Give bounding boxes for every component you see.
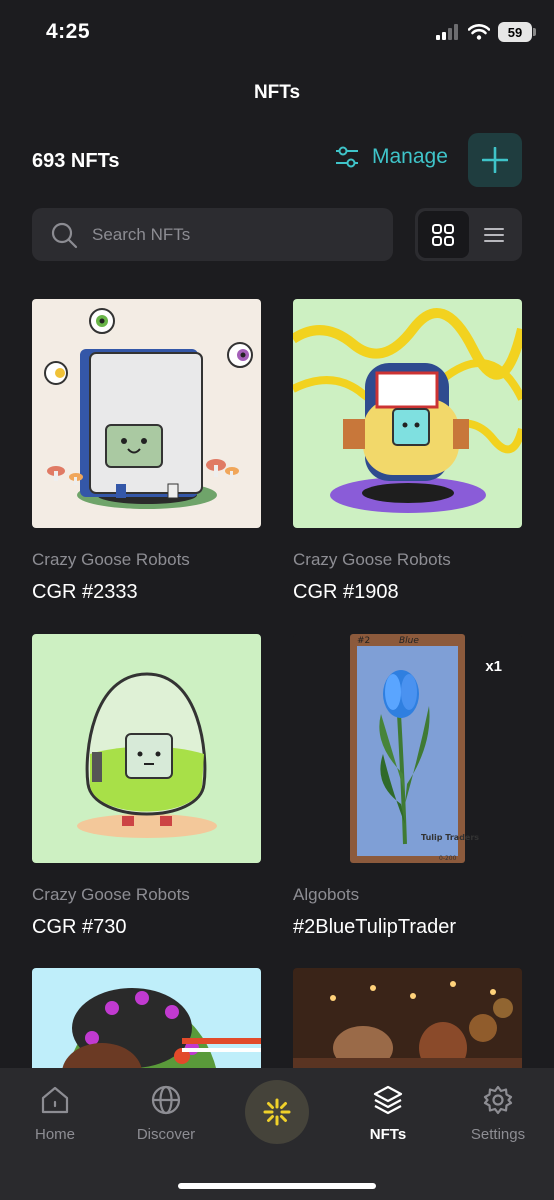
layers-icon — [373, 1085, 403, 1115]
card-color-text: Blue — [399, 636, 419, 646]
quantity-badge: x1 — [485, 658, 502, 675]
center-action-button[interactable] — [245, 1080, 309, 1144]
page-title: NFTs — [253, 82, 301, 103]
nft-collection: Crazy Goose Robots — [32, 885, 190, 904]
nft-card[interactable]: Crazy Goose Robots CGR #730 — [32, 634, 261, 939]
view-toggle[interactable] — [415, 208, 522, 261]
plus-icon — [482, 147, 508, 173]
battery-level: 59 — [507, 24, 523, 40]
grid-icon — [432, 223, 455, 246]
search-icon — [51, 222, 78, 248]
nft-collection: Crazy Goose Robots — [293, 550, 451, 569]
nft-image — [293, 299, 522, 528]
manage-label: Manage — [372, 145, 448, 168]
nft-image — [32, 299, 261, 528]
grid-view-button[interactable] — [418, 211, 469, 258]
nav-label: Home — [34, 1126, 75, 1143]
nft-collection: Algobots — [293, 885, 360, 904]
nft-image: #2 Blue Tulip Traders 0-200 x1 — [293, 634, 522, 863]
nav-label: NFTs — [369, 1126, 407, 1143]
nft-name: CGR #730 — [32, 916, 127, 938]
sliders-icon — [336, 146, 358, 168]
wifi-icon — [468, 24, 490, 40]
nft-card[interactable]: #2 Blue Tulip Traders 0-200 x1 Algobots … — [293, 634, 522, 939]
search-bar[interactable] — [32, 208, 393, 261]
nav-item-nfts[interactable]: NFTs — [338, 1084, 438, 1143]
card-brand-text: Tulip Traders — [421, 833, 479, 842]
battery-indicator: 59 — [498, 22, 536, 42]
nft-name: CGR #2333 — [32, 581, 138, 603]
home-indicator — [178, 1183, 376, 1189]
gear-icon — [483, 1085, 513, 1115]
nft-image — [32, 634, 261, 863]
nft-collection: Crazy Goose Robots — [32, 550, 190, 569]
globe-icon — [151, 1085, 181, 1115]
card-top-text: #2 — [357, 636, 370, 646]
search-input[interactable] — [92, 224, 372, 245]
nav-item-home[interactable]: Home — [5, 1084, 105, 1143]
sparkle-icon — [263, 1098, 291, 1126]
status-icons: 59 — [436, 22, 536, 42]
cellular-signal-icon — [436, 24, 458, 40]
nft-card[interactable]: Crazy Goose Robots CGR #1908 — [293, 299, 522, 604]
card-edition-text: 0-200 — [439, 855, 457, 862]
home-icon — [41, 1086, 69, 1114]
nav-label: Settings — [470, 1126, 526, 1143]
nft-count: 693 NFTs — [32, 150, 120, 172]
nft-name: CGR #1908 — [293, 581, 399, 603]
status-bar: 4:25 59 — [0, 0, 554, 64]
nav-label: Discover — [136, 1126, 196, 1143]
list-view-button[interactable] — [469, 211, 520, 258]
nav-item-settings[interactable]: Settings — [448, 1084, 548, 1143]
bottom-nav: Home Discover NFTs Settings — [0, 1068, 554, 1200]
add-nft-button[interactable] — [468, 133, 522, 187]
nft-card[interactable]: Crazy Goose Robots CGR #2333 — [32, 299, 261, 604]
nav-item-discover[interactable]: Discover — [116, 1084, 216, 1143]
nft-name: #2BlueTulipTrader — [293, 916, 457, 938]
manage-button[interactable]: Manage — [334, 145, 448, 169]
list-icon — [483, 227, 504, 242]
status-time: 4:25 — [46, 20, 91, 43]
